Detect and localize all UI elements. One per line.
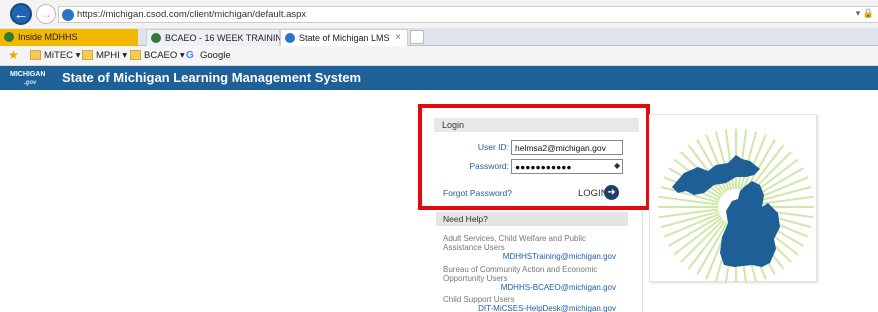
help-desc: Child Support Users [443, 295, 515, 304]
help-panel: Need Help? Adult Services, Child Welfare… [436, 212, 628, 312]
back-arrow-icon: ← [13, 5, 29, 23]
forward-button[interactable]: → [36, 4, 56, 24]
forward-arrow-icon: → [40, 7, 52, 21]
site-title: State of Michigan Learning Management Sy… [62, 70, 362, 85]
help-email-link[interactable]: MDHHS-BCAEO@michigan.gov [501, 283, 616, 292]
michigan-gov-logo[interactable]: MICHIGAN .gov [10, 71, 45, 87]
arrow-right-icon: ➜ [604, 185, 619, 200]
page: ← → https://michigan.csod.com/client/mic… [0, 0, 878, 312]
site-icon [4, 32, 14, 42]
favorite-label: Google [200, 50, 231, 61]
help-email-link[interactable]: MDHHSTraining@michigan.gov [503, 252, 616, 261]
password-input[interactable] [511, 159, 623, 174]
ie-page-icon [62, 9, 74, 21]
site-banner: MICHIGAN .gov State of Michigan Learning… [0, 66, 878, 90]
michigan-map-icon [658, 129, 814, 283]
close-tab-icon[interactable]: × [395, 30, 401, 46]
help-desc: Adult Services, Child Welfare and Public… [443, 234, 587, 252]
favorite-label: BCAEO ▾ [144, 50, 185, 61]
help-desc: Bureau of Community Action and Economic … [443, 265, 598, 283]
ie-page-icon [285, 33, 295, 43]
google-icon: G [186, 50, 194, 61]
user-id-row: User ID: [434, 140, 639, 155]
login-panel: Login User ID: Password: ◆ Forgot Passwo… [434, 118, 639, 203]
help-email-link[interactable]: DIT-MiCSES-HelpDesk@michigan.gov [478, 304, 616, 312]
folder-icon [30, 50, 41, 60]
favorites-star-icon[interactable]: ★ [8, 49, 19, 62]
favorites-bar: ★ MiTEC ▾ MPHI ▾ BCAEO ▾ G Google [0, 46, 878, 66]
login-header: Login [434, 118, 639, 132]
reveal-password-icon[interactable]: ◆ [614, 161, 620, 170]
favorite-mphi[interactable]: MPHI ▾ [82, 49, 127, 62]
url-field[interactable]: https://michigan.csod.com/client/michiga… [58, 6, 878, 23]
folder-icon [82, 50, 93, 60]
new-tab-button[interactable] [410, 30, 424, 44]
favorite-mitec[interactable]: MiTEC ▾ [30, 49, 80, 62]
password-label: Password: [469, 161, 509, 171]
favorite-google[interactable]: G Google [186, 49, 231, 62]
divider [642, 212, 643, 312]
michigan-map-image [649, 114, 817, 283]
tab-inside-mdhhs[interactable]: Inside MDHHS [0, 29, 138, 46]
tab-bcaeo[interactable]: BCAEO - 16 WEEK TRAINING A... [146, 29, 304, 46]
user-id-label: User ID: [477, 142, 509, 152]
help-header: Need Help? [436, 212, 628, 226]
tab-label: Inside MDHHS [18, 32, 78, 42]
favorite-label: MPHI ▾ [96, 50, 128, 61]
address-bar: ← → https://michigan.csod.com/client/mic… [0, 0, 878, 28]
favorite-bcaeo[interactable]: BCAEO ▾ [130, 49, 185, 62]
password-row: Password: ◆ [434, 159, 639, 174]
back-button[interactable]: ← [10, 3, 32, 25]
url-text: https://michigan.csod.com/client/michiga… [77, 9, 307, 20]
site-icon [151, 33, 161, 43]
tab-strip: Inside MDHHS BCAEO - 16 WEEK TRAINING A.… [0, 28, 878, 46]
url-dropdown-lock-icon[interactable]: ▾ 🔒 [856, 8, 874, 19]
favorite-label: MiTEC ▾ [44, 50, 81, 61]
tab-label: State of Michigan LMS [299, 33, 390, 43]
folder-icon [130, 50, 141, 60]
tab-lms[interactable]: State of Michigan LMS × [280, 29, 408, 46]
user-id-input[interactable] [511, 140, 623, 155]
forgot-password-link[interactable]: Forgot Password? [443, 188, 512, 198]
